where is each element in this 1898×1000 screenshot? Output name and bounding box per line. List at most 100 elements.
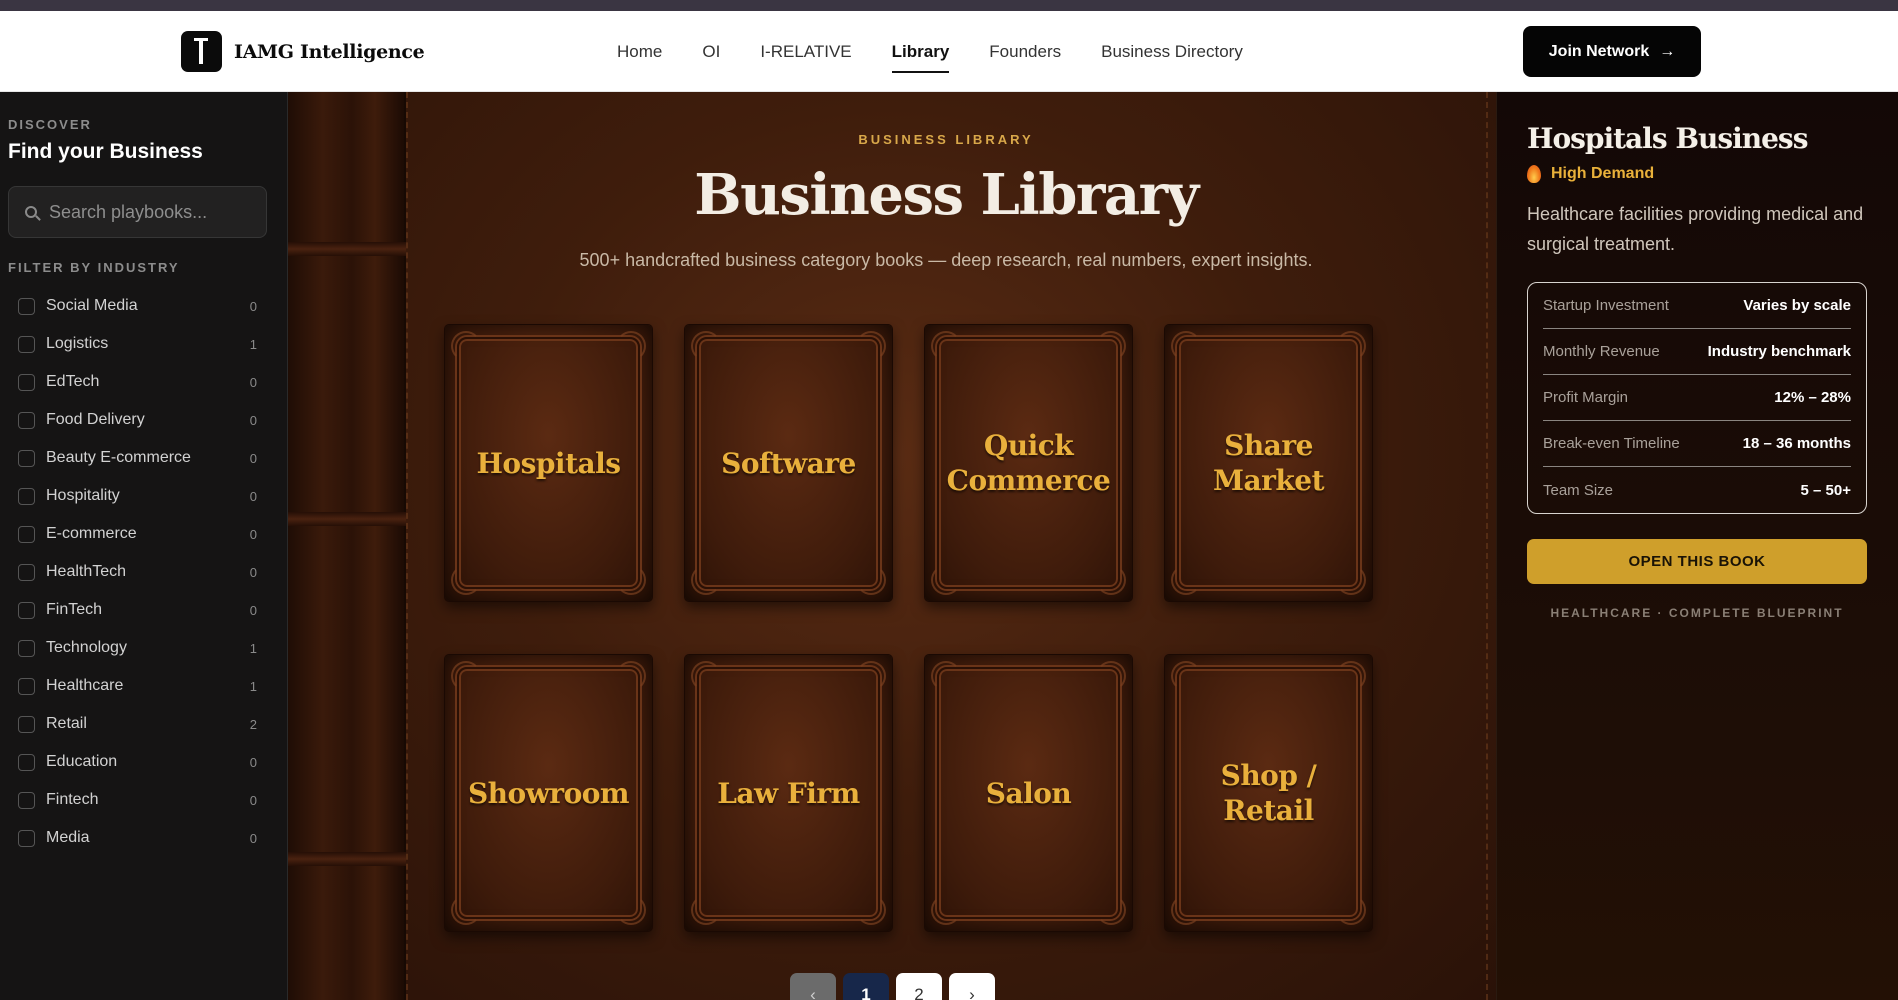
filter-item-healthcare[interactable]: Healthcare 1 — [8, 667, 279, 705]
filter-name: Education — [46, 753, 118, 770]
filter-count: 0 — [249, 602, 257, 618]
library-eyebrow: BUSINESS LIBRARY — [858, 132, 1034, 147]
book-hospitals[interactable]: Hospitals — [445, 325, 652, 601]
search-input[interactable] — [49, 201, 249, 223]
filter-name: Media — [46, 829, 90, 846]
checkbox[interactable] — [18, 791, 35, 809]
filter-item-food-delivery[interactable]: Food Delivery 0 — [8, 401, 279, 439]
book-title: Software — [721, 446, 856, 480]
filter-count: 0 — [249, 830, 257, 846]
logo-icon — [181, 31, 222, 72]
filter-item-fintech[interactable]: FinTech 0 — [8, 591, 279, 629]
demand-label: High Demand — [1551, 165, 1655, 182]
stat-value: Varies by scale — [1743, 297, 1851, 314]
spine-band — [288, 242, 406, 256]
filter-name: HealthTech — [46, 563, 127, 580]
stat-label: Team Size — [1543, 481, 1614, 499]
nav-home[interactable]: Home — [597, 11, 682, 92]
book-detail-panel: Hospitals Business High Demand Healthcar… — [1496, 92, 1898, 1000]
stat-label: Monthly Revenue — [1543, 343, 1660, 360]
checkbox[interactable] — [18, 639, 35, 657]
filter-count: 1 — [249, 336, 257, 352]
stat-row: Break-even Timeline 18 – 36 months — [1543, 421, 1851, 467]
filter-name: Logistics — [46, 335, 109, 352]
checkbox[interactable] — [18, 487, 35, 505]
filter-count: 0 — [249, 526, 257, 542]
checkbox[interactable] — [18, 753, 35, 771]
nav-library[interactable]: Library — [872, 11, 970, 92]
filter-name: Healthcare — [46, 677, 124, 694]
checkbox[interactable] — [18, 449, 35, 467]
brand-name: IAMG Intelligence — [234, 40, 425, 63]
filter-count: 1 — [249, 678, 257, 694]
checkbox[interactable] — [18, 601, 35, 619]
library-subtitle: 500+ handcrafted business category books… — [579, 250, 1313, 270]
search-box[interactable] — [8, 186, 267, 238]
filter-name: Hospitality — [46, 487, 120, 504]
filter-name: Social Media — [46, 297, 138, 314]
nav-founders[interactable]: Founders — [969, 11, 1081, 92]
book-shop-retail[interactable]: Shop / Retail — [1165, 655, 1372, 931]
book-software[interactable]: Software — [685, 325, 892, 601]
checkbox[interactable] — [18, 373, 35, 391]
checkbox[interactable] — [18, 829, 35, 847]
filter-count: 0 — [249, 564, 257, 580]
prev-page-button[interactable]: ‹ — [790, 973, 836, 1000]
sidebar-eyebrow: DISCOVER — [8, 117, 92, 132]
filter-item-media[interactable]: Media 0 — [8, 819, 279, 857]
stat-label: Profit Margin — [1543, 389, 1629, 406]
stat-row: Monthly Revenue Industry benchmark — [1543, 329, 1851, 375]
checkbox[interactable] — [18, 297, 35, 315]
nav-business-directory[interactable]: Business Directory — [1081, 11, 1263, 92]
filter-item-logistics[interactable]: Logistics 1 — [8, 325, 279, 363]
open-book-button[interactable]: OPEN THIS BOOK — [1527, 539, 1867, 584]
spine-band — [288, 512, 406, 526]
stat-value: Industry benchmark — [1707, 343, 1851, 360]
join-network-label: Join Network — [1548, 42, 1650, 60]
filter-item-fintech-2[interactable]: Fintech 0 — [8, 781, 279, 819]
stats-table: Startup Investment Varies by scale Monthl… — [1527, 282, 1867, 514]
book-share-market[interactable]: Share Market — [1165, 325, 1372, 601]
book-quick-commerce[interactable]: Quick Commerce — [925, 325, 1132, 601]
filter-count: 0 — [249, 412, 257, 428]
book-salon[interactable]: Salon — [925, 655, 1132, 931]
detail-description: Healthcare facilities providing medical … — [1527, 204, 1864, 254]
book-title: Quick Commerce — [946, 429, 1111, 497]
brand-logo[interactable]: IAMG Intelligence — [181, 31, 425, 72]
stat-value: 5 – 50+ — [1800, 481, 1851, 499]
checkbox[interactable] — [18, 525, 35, 543]
checkbox[interactable] — [18, 411, 35, 429]
filter-item-edtech[interactable]: EdTech 0 — [8, 363, 279, 401]
page-1-button[interactable]: 1 — [843, 973, 889, 1000]
filter-item-technology[interactable]: Technology 1 — [8, 629, 279, 667]
next-page-button[interactable]: › — [949, 973, 995, 1000]
detail-footer: HEALTHCARE · COMPLETE BLUEPRINT — [1550, 606, 1844, 620]
book-showroom[interactable]: Showroom — [445, 655, 652, 931]
join-network-button[interactable]: Join Network → — [1523, 26, 1701, 77]
stat-value: 18 – 36 months — [1742, 435, 1851, 452]
search-icon — [25, 206, 37, 218]
filter-item-social-media[interactable]: Social Media 0 — [8, 287, 279, 325]
filter-item-hospitality[interactable]: Hospitality 0 — [8, 477, 279, 515]
demand-badge: High Demand — [1527, 165, 1898, 183]
checkbox[interactable] — [18, 335, 35, 353]
page-2-button[interactable]: 2 — [896, 973, 942, 1000]
filter-item-retail[interactable]: Retail 2 — [8, 705, 279, 743]
stat-value: 12% – 28% — [1774, 389, 1851, 406]
filter-item-ecommerce[interactable]: E-commerce 0 — [8, 515, 279, 553]
filter-count: 2 — [249, 716, 257, 732]
site-header: IAMG Intelligence Home OI I-RELATIVE Lib… — [0, 11, 1898, 92]
filter-item-beauty-ecommerce[interactable]: Beauty E-commerce 0 — [8, 439, 279, 477]
checkbox[interactable] — [18, 677, 35, 695]
filter-item-education[interactable]: Education 0 — [8, 743, 279, 781]
filter-name: Technology — [46, 639, 127, 656]
filter-item-healthtech[interactable]: HealthTech 0 — [8, 553, 279, 591]
book-law-firm[interactable]: Law Firm — [685, 655, 892, 931]
checkbox[interactable] — [18, 563, 35, 581]
checkbox[interactable] — [18, 715, 35, 733]
nav-i-relative[interactable]: I-RELATIVE — [740, 11, 871, 92]
stat-row: Team Size 5 – 50+ — [1543, 467, 1851, 513]
stat-label: Break-even Timeline — [1543, 435, 1680, 452]
filter-label: FILTER BY INDUSTRY — [8, 260, 180, 275]
nav-oi[interactable]: OI — [682, 11, 740, 92]
